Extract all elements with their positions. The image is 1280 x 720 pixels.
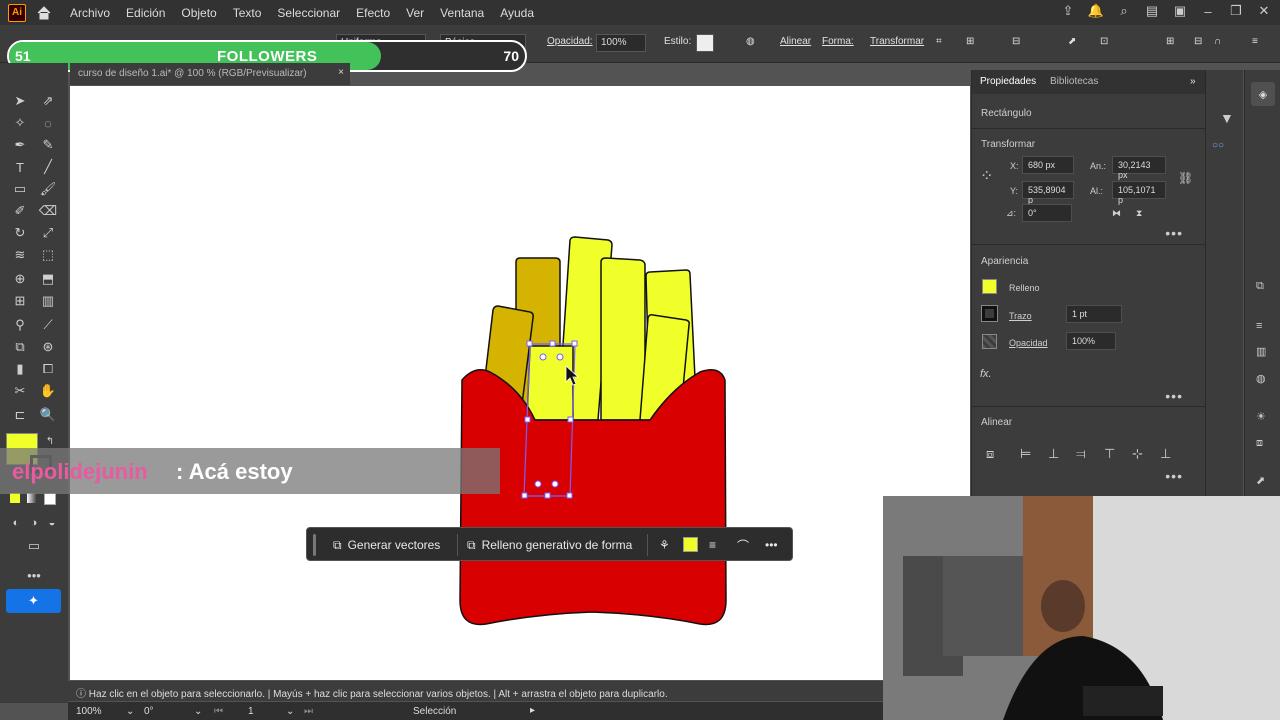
recolor-button[interactable]: ⚘ bbox=[655, 534, 674, 556]
align-right-icon[interactable]: ⫤ bbox=[1076, 446, 1086, 462]
y-field[interactable]: 535,8904 p bbox=[1022, 181, 1074, 205]
generate-vectors-label: Generar vectores bbox=[347, 538, 441, 552]
bottom-status-bar: 100% ⌄ 0° ⌄ ⏮ 1 ⌄ ⏭ Selección ▸ bbox=[68, 702, 883, 720]
tab-libraries[interactable]: Bibliotecas bbox=[1050, 76, 1098, 87]
constrain-proportions-icon[interactable]: ⛓ bbox=[1178, 171, 1193, 185]
chat-username: elpolidejunin bbox=[12, 459, 148, 484]
help-icon: ⓘ bbox=[76, 689, 89, 700]
width-label: An.: bbox=[1090, 161, 1107, 171]
fry-selected bbox=[526, 345, 574, 421]
transparency-icon[interactable]: ◍ bbox=[1256, 372, 1266, 385]
panel-divider bbox=[972, 406, 1206, 407]
corner-radius-icon[interactable]: ⌒ bbox=[733, 534, 753, 556]
panel-dock-strip: ▼ ○○ bbox=[1205, 70, 1243, 496]
chat-overlay: elpolidejunin : Acá estoy bbox=[0, 448, 500, 494]
first-artboard-icon[interactable]: ⏮ bbox=[214, 706, 223, 717]
panel-tabs: Propiedades Bibliotecas » bbox=[972, 70, 1206, 94]
object-type: Rectángulo bbox=[981, 108, 1032, 119]
fry-light-2 bbox=[600, 257, 646, 421]
y-label: Y: bbox=[1010, 186, 1019, 196]
generate-vectors-button[interactable]: ⧉ Generar vectores bbox=[329, 534, 444, 556]
last-artboard-icon[interactable]: ⏭ bbox=[304, 706, 313, 717]
webcam-feed bbox=[883, 496, 1280, 720]
width-field[interactable]: 30,2143 px bbox=[1112, 156, 1166, 180]
rotation-select[interactable]: 0° bbox=[144, 706, 154, 717]
taskbar-divider bbox=[457, 534, 458, 556]
status-hint-bar: ⓘ Haz clic en el objeto para seleccionar… bbox=[68, 681, 883, 701]
more-options-button[interactable]: ••• bbox=[761, 534, 782, 556]
angle-field[interactable]: 0° bbox=[1022, 204, 1072, 222]
stroke-label[interactable]: Trazo bbox=[1009, 311, 1032, 321]
generative-fill-button[interactable]: ⧉ Relleno generativo de forma bbox=[463, 534, 636, 556]
fill-color-button[interactable] bbox=[683, 537, 698, 552]
align-center-v-icon[interactable]: ⊹ bbox=[1132, 446, 1143, 462]
taskbar-grip[interactable] bbox=[313, 534, 316, 556]
contextual-taskbar: ⧉ Generar vectores ⧉ Relleno generativo … bbox=[306, 527, 793, 561]
graphic-styles-icon[interactable]: ⧈ bbox=[1256, 437, 1263, 450]
rotation-dropdown-icon[interactable]: ⌄ bbox=[194, 706, 202, 717]
flip-vertical-icon[interactable]: ⧗ bbox=[1136, 208, 1142, 219]
align-center-h-icon[interactable]: ⊥ bbox=[1048, 446, 1059, 462]
generate-vectors-icon: ⧉ bbox=[333, 537, 342, 552]
zoom-dropdown-icon[interactable]: ⌄ bbox=[126, 706, 134, 717]
filter-icon[interactable]: ▼ bbox=[1220, 110, 1234, 126]
layers-icon[interactable]: ◈ bbox=[1251, 82, 1275, 106]
align-more-icon[interactable]: ••• bbox=[1165, 468, 1183, 484]
fill-color-swatch[interactable] bbox=[982, 279, 997, 294]
generative-fill-icon: ⧉ bbox=[467, 537, 476, 552]
collapse-panel-icon[interactable]: » bbox=[1190, 76, 1196, 87]
stroke-color-swatch[interactable] bbox=[981, 305, 998, 322]
transform-title: Transformar bbox=[981, 139, 1036, 150]
angle-label: ⊿: bbox=[1006, 208, 1017, 218]
gradient-panel-icon[interactable]: ▥ bbox=[1256, 345, 1266, 358]
status-hint: Haz clic en el objeto para seleccionarlo… bbox=[88, 689, 668, 700]
current-tool-label: Selección bbox=[413, 706, 457, 717]
x-label: X: bbox=[1010, 161, 1019, 171]
generative-fill-label: Relleno generativo de forma bbox=[481, 538, 633, 552]
align-top-icon[interactable]: ⊤ bbox=[1104, 446, 1115, 462]
appearance-title: Apariencia bbox=[981, 256, 1029, 267]
reference-point-icon[interactable]: ⁘ bbox=[980, 166, 993, 186]
properties-panel: Propiedades Bibliotecas » Rectángulo Tra… bbox=[971, 70, 1206, 496]
effects-fx-icon[interactable]: fx. bbox=[980, 368, 992, 380]
x-field[interactable]: 680 px bbox=[1022, 156, 1074, 174]
artboard-number[interactable]: 1 bbox=[248, 706, 254, 717]
panel-divider bbox=[972, 244, 1206, 245]
chat-message: : Acá estoy bbox=[176, 459, 293, 484]
stroke-options-icon[interactable]: ≡ bbox=[705, 534, 720, 556]
stroke-weight-field[interactable]: 1 pt bbox=[1066, 305, 1122, 323]
panel-divider bbox=[972, 128, 1206, 129]
align-bottom-icon[interactable]: ⊥ bbox=[1160, 446, 1171, 462]
status-menu-icon[interactable]: ▸ bbox=[530, 705, 535, 716]
opacity-field[interactable]: 100% bbox=[1066, 332, 1116, 350]
artboard-dropdown-icon[interactable]: ⌄ bbox=[286, 706, 294, 717]
opacity-label[interactable]: Opacidad bbox=[1009, 338, 1048, 348]
align-to-icon[interactable]: ⧈ bbox=[986, 446, 994, 462]
panel-icons-strip: ◈ ⧉ ≡ ▥ ◍ ☀ ⧈ ⬈ bbox=[1244, 70, 1280, 496]
tab-properties[interactable]: Propiedades bbox=[980, 76, 1036, 87]
height-field[interactable]: 105,1071 p bbox=[1112, 181, 1166, 205]
opacity-icon bbox=[982, 334, 997, 349]
export-panel-icon[interactable]: ⬈ bbox=[1256, 474, 1265, 487]
flip-horizontal-icon[interactable]: ⧓ bbox=[1112, 208, 1121, 219]
fill-label: Relleno bbox=[1009, 283, 1040, 293]
transform-more-icon[interactable]: ••• bbox=[1165, 225, 1183, 241]
height-label: Al.: bbox=[1090, 186, 1104, 196]
stroke-panel-icon[interactable]: ≡ bbox=[1256, 320, 1262, 332]
appearance-panel-icon[interactable]: ☀ bbox=[1256, 410, 1266, 423]
zoom-select[interactable]: 100% bbox=[76, 706, 102, 717]
appearance-more-icon[interactable]: ••• bbox=[1165, 388, 1183, 404]
taskbar-divider bbox=[647, 534, 648, 556]
align-title: Alinear bbox=[981, 417, 1013, 428]
links-icon[interactable]: ○○ bbox=[1212, 140, 1224, 151]
artboards-icon[interactable]: ⧉ bbox=[1256, 280, 1264, 293]
align-left-icon[interactable]: ⊨ bbox=[1020, 446, 1031, 462]
